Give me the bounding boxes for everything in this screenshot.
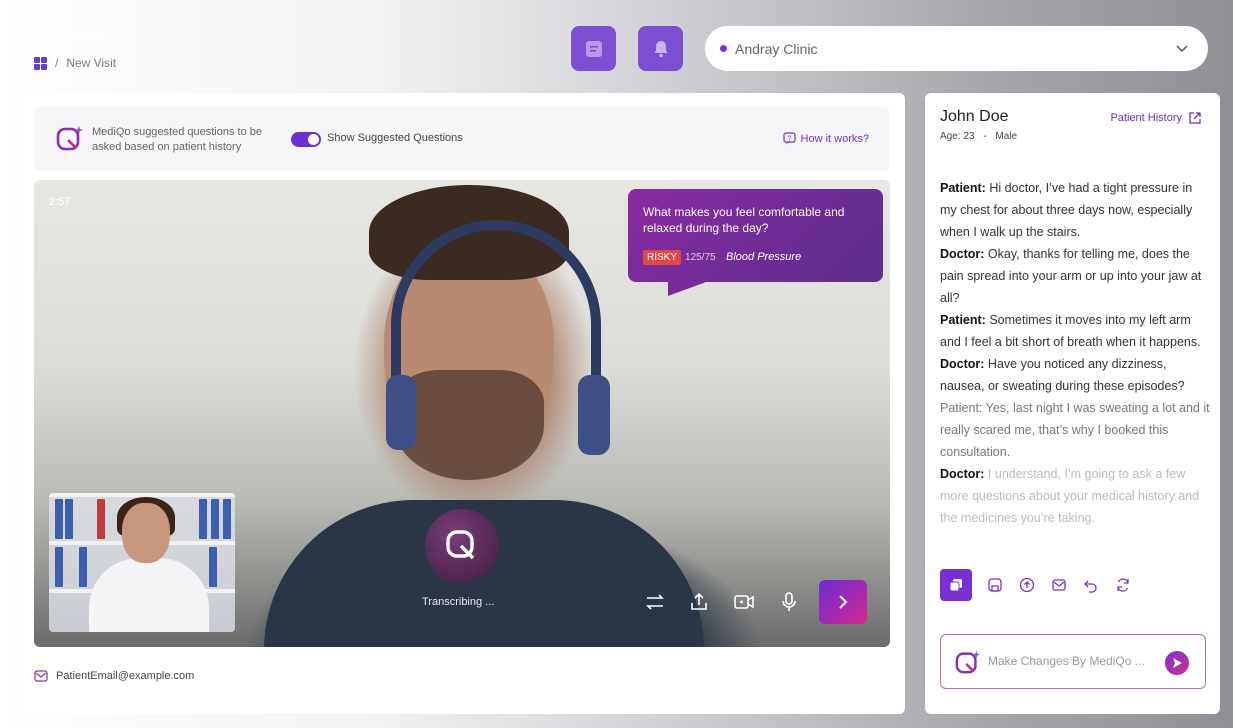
share-icon [691, 592, 707, 610]
send-button[interactable] [1165, 651, 1189, 675]
how-it-works-label: How it works? [800, 132, 869, 145]
transcript-panel: John Doe Age: 23 - Male Patient History … [925, 93, 1220, 714]
svg-text:?: ? [787, 136, 791, 143]
bell-icon [654, 40, 667, 57]
patient-email: PatientEmail@example.com [34, 669, 194, 683]
suggested-question-text: What makes you feel comfortable and rela… [643, 205, 845, 235]
mediqo-logo-icon [56, 124, 84, 152]
camera-button[interactable] [732, 590, 756, 614]
patient-history-label: Patient History [1110, 112, 1182, 124]
binder [65, 499, 73, 539]
microphone-button[interactable] [777, 590, 801, 614]
binder [79, 547, 87, 587]
binder [209, 547, 217, 587]
transcript-line: Patient: Yes, last night I was sweating … [940, 401, 1210, 459]
upload-icon [1019, 577, 1035, 593]
patient-history-link[interactable]: Patient History [1110, 111, 1202, 125]
visit-panel: MediQo suggested questions to be asked b… [20, 93, 905, 714]
call-timer: 2:57 [49, 196, 71, 208]
email-button[interactable] [1050, 576, 1068, 594]
switch-button[interactable] [643, 590, 667, 614]
transcribing-status: Transcribing ... [422, 596, 495, 608]
toggle-label: Show Suggested Questions [327, 132, 463, 144]
risk-badge: RISKY [643, 250, 682, 265]
breadcrumb: / New Visit [34, 56, 116, 70]
grid-icon[interactable] [34, 56, 47, 70]
video-camera-icon [734, 595, 754, 609]
composer-placeholder[interactable]: Make Changes By MediQo ... [988, 654, 1145, 668]
vital-label: Blood Pressure [726, 251, 802, 263]
external-link-icon [1189, 112, 1201, 124]
transcript-line: Doctor: I understand, I’m going to ask a… [940, 467, 1200, 525]
save-button[interactable] [986, 576, 1004, 594]
refresh-icon [1117, 578, 1129, 592]
breadcrumb-separator: / [55, 56, 59, 70]
clinic-select-value: Andray Clinic [735, 40, 818, 57]
transcribe-logo-icon[interactable] [425, 509, 499, 583]
next-button[interactable] [819, 580, 867, 624]
doctor-face [122, 503, 170, 563]
refresh-button[interactable] [1114, 576, 1132, 594]
suggestions-text: MediQo suggested questions to be asked b… [92, 126, 263, 153]
doctor-video-thumbnail[interactable] [49, 493, 235, 632]
save-icon [988, 578, 1002, 592]
transcript: Patient: Hi doctor, I’ve had a tight pre… [940, 177, 1210, 529]
transcript-actions [940, 569, 1132, 601]
binder [55, 547, 63, 587]
upload-button[interactable] [1018, 576, 1036, 594]
mail-icon [34, 670, 48, 682]
binder [223, 499, 231, 539]
video-call[interactable]: 2:57 What makes you feel comfortable and… [34, 180, 890, 647]
copy-button[interactable] [940, 569, 972, 601]
clinic-status-dot [720, 45, 727, 52]
notes-button[interactable] [571, 26, 616, 71]
swap-icon [646, 594, 664, 610]
clinic-select[interactable]: Andray Clinic [705, 26, 1208, 71]
headphone-cup-right [578, 375, 610, 455]
binder [199, 499, 207, 539]
copy-icon [949, 579, 962, 592]
patient-meta: Age: 23 - Male [940, 131, 1017, 142]
chevron-down-icon [1176, 42, 1188, 56]
share-button[interactable] [687, 590, 711, 614]
send-icon [1173, 658, 1182, 668]
transcript-line: Doctor: Okay, thanks for telling me, doe… [940, 247, 1202, 305]
transcript-line: Patient: Hi doctor, I’ve had a tight pre… [940, 181, 1193, 239]
patient-gender: Male [995, 131, 1018, 142]
suggested-question-bubble: What makes you feel comfortable and rela… [628, 189, 883, 296]
notifications-button[interactable] [638, 26, 683, 71]
undo-icon [1084, 580, 1097, 593]
headphone-cup-left [386, 375, 416, 450]
help-icon: ? [782, 132, 796, 145]
patient-email-text: PatientEmail@example.com [56, 670, 195, 682]
microphone-icon [782, 592, 796, 611]
notes-icon [585, 40, 602, 57]
mediqo-composer[interactable]: Make Changes By MediQo ... [940, 634, 1206, 689]
chevron-right-icon [839, 595, 848, 609]
binder [97, 499, 105, 539]
transcript-line: Patient: Sometimes it moves into my left… [940, 313, 1201, 349]
suggested-questions-toggle[interactable] [291, 132, 321, 147]
doctor-coat [89, 558, 209, 632]
patient-name: John Doe [940, 108, 1009, 125]
headphones [391, 220, 601, 420]
vital-value: 125/75 [685, 252, 716, 263]
patient-age: Age: 23 [940, 131, 975, 142]
mediqo-logo-icon [955, 649, 983, 677]
how-it-works-link[interactable]: ? How it works? [782, 132, 869, 145]
breadcrumb-current: New Visit [66, 56, 117, 70]
undo-button[interactable] [1082, 576, 1100, 594]
binder [55, 499, 63, 539]
page-title: New Visit [34, 28, 105, 45]
mail-icon [1052, 579, 1066, 591]
patient-meta-separator: - [983, 131, 987, 142]
binder [211, 499, 219, 539]
suggestions-bar: MediQo suggested questions to be asked b… [34, 107, 889, 171]
transcript-line: Doctor: Have you noticed any dizziness, … [940, 357, 1185, 393]
bubble-tail [668, 282, 706, 296]
